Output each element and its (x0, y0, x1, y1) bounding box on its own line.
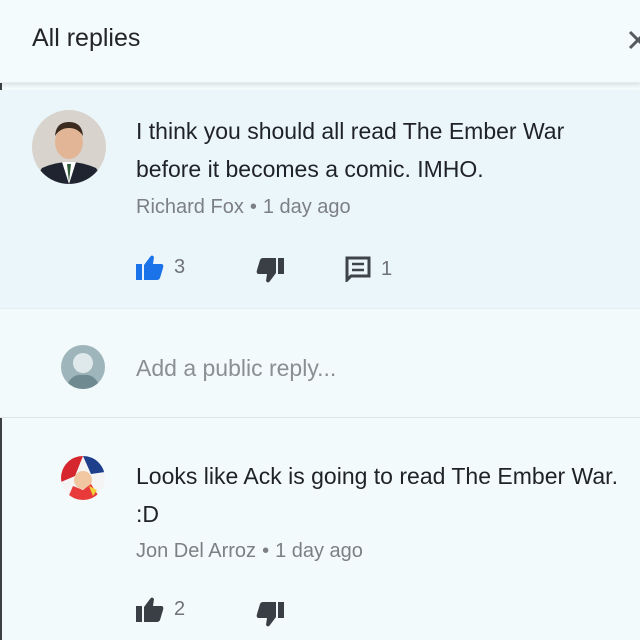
avatar[interactable] (32, 110, 106, 184)
avatar-image (61, 345, 105, 389)
dislike-button[interactable] (256, 602, 284, 628)
like-button[interactable]: 3 (136, 254, 185, 280)
reply-input-row: Add a public reply... (0, 309, 640, 418)
close-icon[interactable] (626, 26, 640, 54)
reply-count-button[interactable]: 1 (345, 256, 392, 282)
thumbs-up-icon (136, 597, 164, 622)
meta-separator: • (262, 540, 270, 562)
author-name[interactable]: Richard Fox (136, 196, 244, 218)
reply-icon (345, 256, 371, 282)
reply-input[interactable]: Add a public reply... (136, 355, 336, 382)
avatar-image (32, 110, 106, 184)
like-count: 2 (174, 597, 186, 620)
author-name[interactable]: Jon Del Arroz (136, 540, 256, 562)
page-title: All replies (32, 24, 141, 52)
dislike-button[interactable] (256, 258, 284, 284)
thumbs-down-icon (256, 602, 284, 627)
header: All replies (0, 0, 640, 83)
comment-meta: Richard Fox • 1 day ago (136, 196, 351, 219)
timestamp[interactable]: 1 day ago (275, 540, 363, 562)
like-button[interactable]: 2 (136, 596, 185, 622)
avatar[interactable] (61, 456, 105, 500)
like-count: 3 (174, 255, 186, 278)
comment-text: Looks like Ack is going to read The Embe… (136, 463, 618, 527)
reply-count: 1 (381, 257, 393, 280)
comment-text: I think you should all read The Ember Wa… (136, 118, 565, 182)
comment-card: I think you should all read The Ember Wa… (0, 90, 640, 309)
timestamp[interactable]: 1 day ago (263, 196, 351, 218)
thumbs-up-icon (136, 255, 164, 280)
avatar-image (61, 456, 105, 500)
meta-separator: • (249, 196, 257, 218)
comment-meta: Jon Del Arroz • 1 day ago (136, 540, 363, 563)
thumbs-down-icon (256, 258, 284, 283)
avatar (61, 345, 105, 389)
